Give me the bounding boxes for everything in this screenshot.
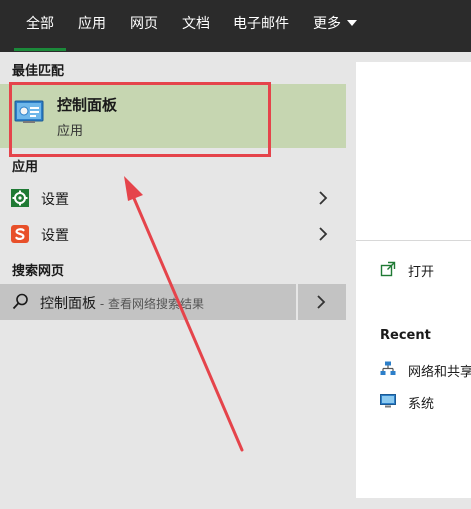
recent-item-network[interactable]: 网络和共享: [380, 360, 471, 380]
tab-all-label: 全部: [26, 16, 54, 32]
search-results-pane: 最佳匹配 控制面板 应用 应用 设置 设置 搜索网页 控制面板 - 查看网络搜索…: [0, 52, 346, 509]
web-search-label: 控制面板 - 查看网络搜索结果: [40, 293, 204, 313]
detail-pane: 打开 Recent 网络和共享 系统: [356, 62, 471, 498]
web-search-expand[interactable]: [298, 284, 346, 320]
chevron-right-icon[interactable]: [316, 189, 330, 207]
control-panel-icon: [14, 100, 44, 123]
best-match-heading: 最佳匹配: [12, 64, 65, 79]
tab-more[interactable]: 更多: [313, 0, 357, 52]
tab-documents-label: 文档: [182, 16, 210, 32]
tab-email[interactable]: 电子邮件: [233, 0, 289, 52]
open-label: 打开: [408, 265, 435, 280]
chevron-right-icon: [317, 295, 326, 309]
tab-email-label: 电子邮件: [233, 16, 289, 32]
settings-gear-icon: [11, 189, 29, 207]
best-match-control-panel[interactable]: 控制面板 应用: [0, 84, 346, 148]
recent-item-label: 网络和共享: [408, 365, 471, 380]
best-match-subtitle: 应用: [57, 124, 84, 139]
tab-all[interactable]: 全部: [14, 0, 66, 52]
sogou-settings-icon: [11, 225, 29, 243]
app-result-settings[interactable]: 设置: [0, 180, 346, 216]
recent-item-label: 系统: [408, 397, 435, 412]
app-result-label: 设置: [41, 228, 69, 244]
recent-heading: Recent: [380, 328, 431, 343]
web-search-heading: 搜索网页: [12, 264, 65, 279]
tab-apps-label: 应用: [78, 16, 106, 32]
best-match-title: 控制面板: [57, 96, 118, 114]
web-search-result[interactable]: 控制面板 - 查看网络搜索结果: [0, 284, 346, 320]
app-result-label: 设置: [41, 192, 69, 208]
web-search-hint: - 查看网络搜索结果: [96, 297, 204, 311]
web-search-query: 控制面板: [40, 296, 96, 312]
search-scope-tabs: 全部 应用 网页 文档 电子邮件 更多: [0, 0, 471, 52]
chevron-right-icon[interactable]: [316, 225, 330, 243]
tab-web[interactable]: 网页: [130, 0, 158, 52]
tab-documents[interactable]: 文档: [182, 0, 210, 52]
app-result-settings-2[interactable]: 设置: [0, 216, 346, 252]
web-search-main[interactable]: 控制面板 - 查看网络搜索结果: [0, 284, 296, 320]
apps-heading: 应用: [12, 160, 39, 175]
tab-web-label: 网页: [130, 16, 158, 32]
tab-apps[interactable]: 应用: [78, 0, 106, 52]
recent-item-system[interactable]: 系统: [380, 392, 471, 412]
tab-more-label: 更多: [313, 16, 341, 32]
search-icon: [12, 293, 28, 310]
detail-divider: [356, 240, 471, 241]
open-icon: [380, 261, 396, 277]
network-icon: [380, 361, 396, 375]
chevron-down-icon: [347, 20, 357, 26]
system-monitor-icon: [380, 394, 396, 408]
